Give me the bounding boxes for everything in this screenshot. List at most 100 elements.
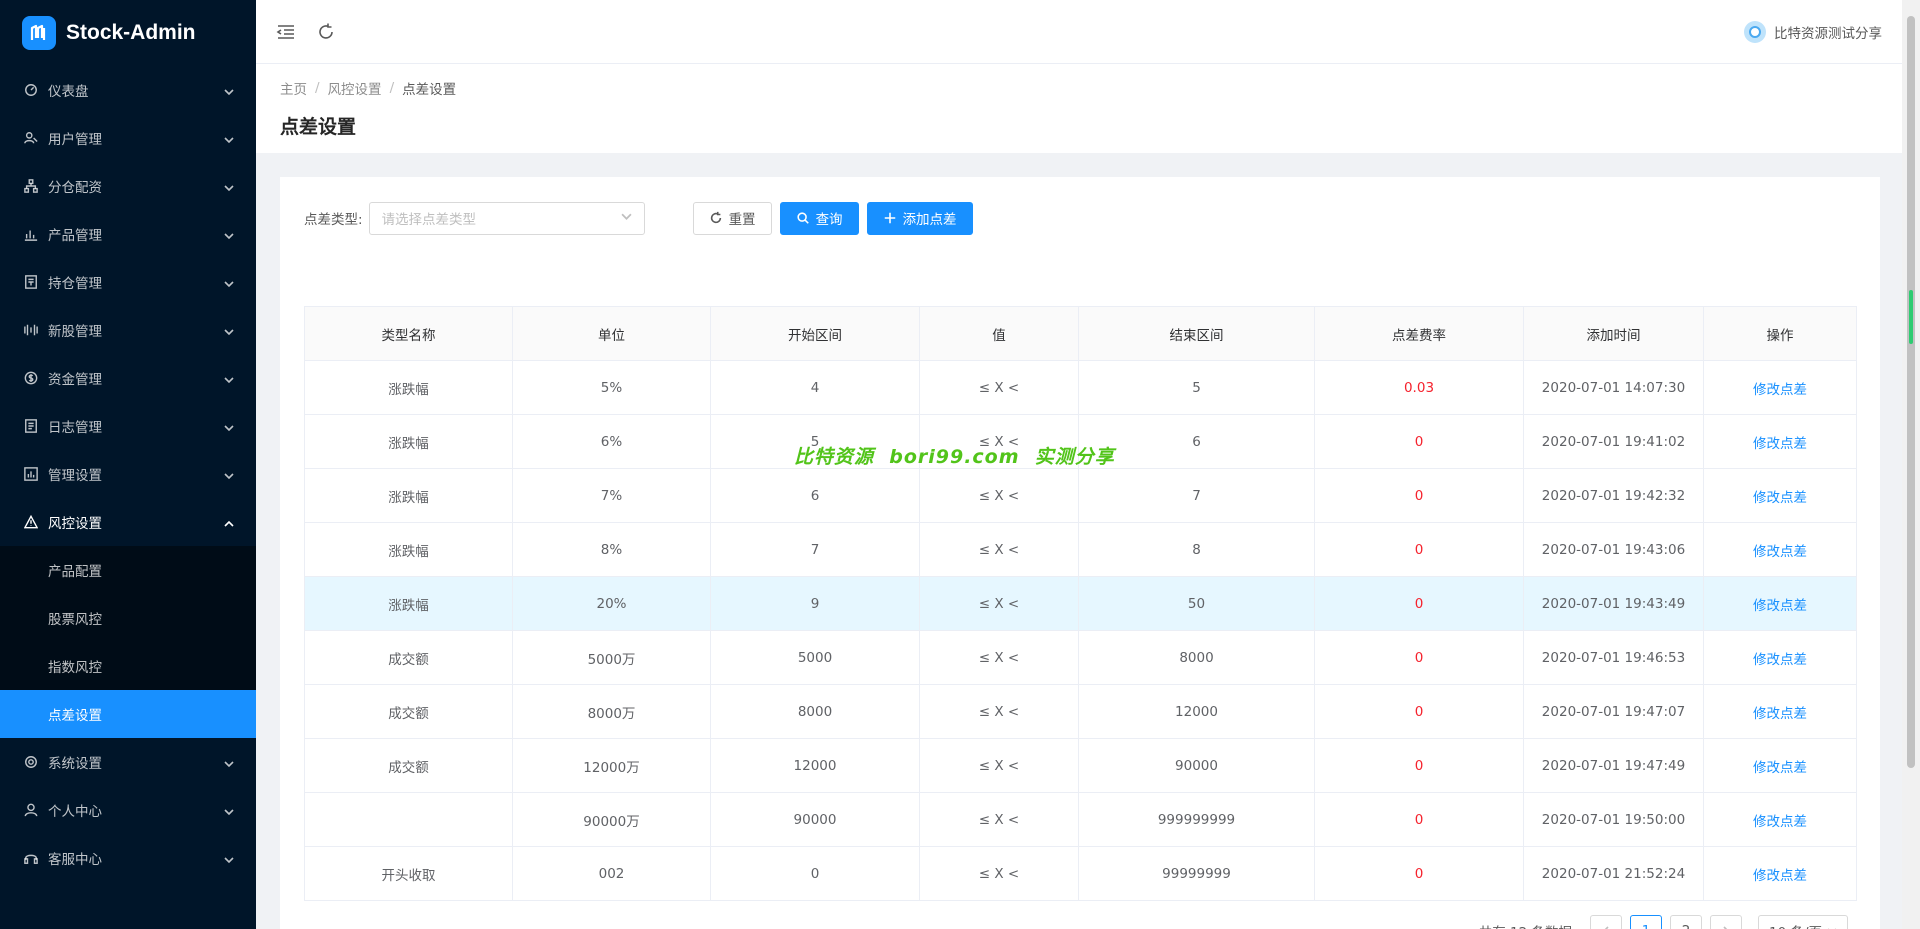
prev-page-button[interactable] xyxy=(1590,915,1622,929)
chevron-up-icon xyxy=(224,517,234,527)
cell-unit: 6% xyxy=(512,414,711,469)
column-header[interactable]: 操作 xyxy=(1703,306,1857,361)
menu-fold-icon[interactable] xyxy=(276,22,296,42)
next-page-button[interactable] xyxy=(1710,915,1742,929)
edit-spread-link[interactable]: 修改点差 xyxy=(1753,382,1807,398)
sidebar-item-label: 个人中心 xyxy=(48,804,102,820)
cell-time: 2020-07-01 19:42:32 xyxy=(1523,468,1704,523)
sidebar-item-profile[interactable]: 个人中心 xyxy=(0,786,256,834)
add-spread-button[interactable]: 添加点差 xyxy=(866,201,973,235)
sidebar-item-products[interactable]: 产品管理 xyxy=(0,210,256,258)
cell-end: 8000 xyxy=(1078,630,1315,685)
cell-action: 修改点差 xyxy=(1703,576,1857,631)
edit-spread-link[interactable]: 修改点差 xyxy=(1753,706,1807,722)
cell-rate: 0 xyxy=(1314,684,1524,739)
sidebar-item-label: 管理设置 xyxy=(48,468,102,484)
chevron-down-icon xyxy=(224,805,234,816)
cell-operator: ≤ X < xyxy=(919,576,1079,631)
cell-end: 7 xyxy=(1078,468,1315,523)
edit-spread-link[interactable]: 修改点差 xyxy=(1753,652,1807,668)
query-button[interactable]: 查询 xyxy=(779,201,859,235)
cell-rate: 0 xyxy=(1314,576,1524,631)
edit-spread-link[interactable]: 修改点差 xyxy=(1753,760,1807,776)
breadcrumb: 主页 / 风控设置 / 点差设置 xyxy=(280,78,1878,98)
column-header[interactable]: 值 xyxy=(919,306,1079,361)
sidebar-item-funds[interactable]: 资金管理 xyxy=(0,354,256,402)
reset-button[interactable]: 重置 xyxy=(692,201,772,235)
cell-type: 涨跌幅 xyxy=(304,414,513,469)
sidebar-item-system[interactable]: 系统设置 xyxy=(0,738,256,786)
sidebar-item-positions[interactable]: 持仓管理 xyxy=(0,258,256,306)
sidebar-item-dashboard[interactable]: 仪表盘 xyxy=(0,66,256,114)
cell-time: 2020-07-01 19:50:00 xyxy=(1523,792,1704,847)
spread-type-select[interactable]: 请选择点差类型 xyxy=(368,201,645,235)
chart-bar-icon xyxy=(24,227,38,241)
sidebar-item-admin-settings[interactable]: 管理设置 xyxy=(0,450,256,498)
scrollbar-marker xyxy=(1909,290,1913,344)
edit-spread-link[interactable]: 修改点差 xyxy=(1753,490,1807,506)
cell-rate: 0 xyxy=(1314,522,1524,577)
reset-button-label: 重置 xyxy=(728,212,756,228)
column-header[interactable]: 类型名称 xyxy=(304,306,513,361)
cell-operator: ≤ X < xyxy=(919,846,1079,901)
sidebar-item-label: 分仓配资 xyxy=(48,180,102,196)
sidebar-item-index-risk[interactable]: 指数风控 xyxy=(0,642,256,690)
cell-start: 4 xyxy=(710,360,920,415)
page-button-2[interactable]: 2 xyxy=(1670,915,1702,929)
column-header[interactable]: 添加时间 xyxy=(1523,306,1704,361)
cell-type xyxy=(304,792,513,847)
page-header: 主页 / 风控设置 / 点差设置 点差设置 xyxy=(256,64,1902,153)
cell-rate: 0 xyxy=(1314,414,1524,469)
chevron-down-icon xyxy=(224,853,234,864)
cell-end: 12000 xyxy=(1078,684,1315,739)
edit-spread-link[interactable]: 修改点差 xyxy=(1753,868,1807,884)
cell-unit: 90000万 xyxy=(512,792,711,847)
sidebar-item-support[interactable]: 客服中心 xyxy=(0,834,256,882)
cell-action: 修改点差 xyxy=(1703,738,1857,793)
breadcrumb-home[interactable]: 主页 xyxy=(280,78,307,98)
sidebar-item-stock-risk[interactable]: 股票风控 xyxy=(0,594,256,642)
column-header[interactable]: 点差费率 xyxy=(1314,306,1524,361)
cell-operator: ≤ X < xyxy=(919,738,1079,793)
cell-time: 2020-07-01 19:46:53 xyxy=(1523,630,1704,685)
table-row: 成交额 8000万 8000 ≤ X < 12000 0 2020-07-01 … xyxy=(304,684,1857,739)
page-size-select[interactable]: 10 条/页 xyxy=(1758,915,1848,929)
sidebar-item-ipo[interactable]: 新股管理 xyxy=(0,306,256,354)
sidebar-item-logs[interactable]: 日志管理 xyxy=(0,402,256,450)
edit-spread-link[interactable]: 修改点差 xyxy=(1753,814,1807,830)
cell-time: 2020-07-01 19:43:06 xyxy=(1523,522,1704,577)
cell-action: 修改点差 xyxy=(1703,630,1857,685)
cell-type: 成交额 xyxy=(304,684,513,739)
column-header[interactable]: 开始区间 xyxy=(710,306,920,361)
chevron-down-icon xyxy=(224,325,234,336)
breadcrumb-parent[interactable]: 风控设置 xyxy=(328,78,382,98)
column-header[interactable]: 结束区间 xyxy=(1078,306,1315,361)
sidebar-item-allocation[interactable]: 分仓配资 xyxy=(0,162,256,210)
cell-unit: 8% xyxy=(512,522,711,577)
page-scrollbar[interactable] xyxy=(1902,0,1920,929)
breadcrumb-current: 点差设置 xyxy=(402,82,457,98)
cell-type: 涨跌幅 xyxy=(304,576,513,631)
sidebar-item-risk[interactable]: 风控设置 xyxy=(0,498,256,546)
chevron-down-icon xyxy=(224,277,234,288)
scrollbar-thumb[interactable] xyxy=(1907,16,1915,768)
sidebar-item-product-config[interactable]: 产品配置 xyxy=(0,546,256,594)
sidebar-item-spread-settings[interactable]: 点差设置 xyxy=(0,690,256,738)
table-row: 成交额 5000万 5000 ≤ X < 8000 0 2020-07-01 1… xyxy=(304,630,1857,685)
cell-start: 90000 xyxy=(710,792,920,847)
edit-spread-link[interactable]: 修改点差 xyxy=(1753,598,1807,614)
cell-end: 5 xyxy=(1078,360,1315,415)
spread-table-wrap: 类型名称 单位 开始区间 值 结束区间 点差费率 添加时间 操作 涨跌幅 5% … xyxy=(304,306,1857,901)
user-menu[interactable]: 比特资源测试分享 xyxy=(1744,20,1882,43)
page-button-1[interactable]: 1 xyxy=(1630,915,1662,929)
warning-icon xyxy=(24,515,38,529)
edit-spread-link[interactable]: 修改点差 xyxy=(1753,544,1807,560)
edit-spread-link[interactable]: 修改点差 xyxy=(1753,436,1807,452)
brand[interactable]: Stock-Admin xyxy=(0,0,256,66)
sidebar-item-users[interactable]: 用户管理 xyxy=(0,114,256,162)
column-header[interactable]: 单位 xyxy=(512,306,711,361)
sidebar-item-label: 资金管理 xyxy=(48,372,102,388)
cell-time: 2020-07-01 19:41:02 xyxy=(1523,414,1704,469)
top-header: 比特资源测试分享 xyxy=(256,0,1902,64)
refresh-icon[interactable] xyxy=(316,22,336,42)
